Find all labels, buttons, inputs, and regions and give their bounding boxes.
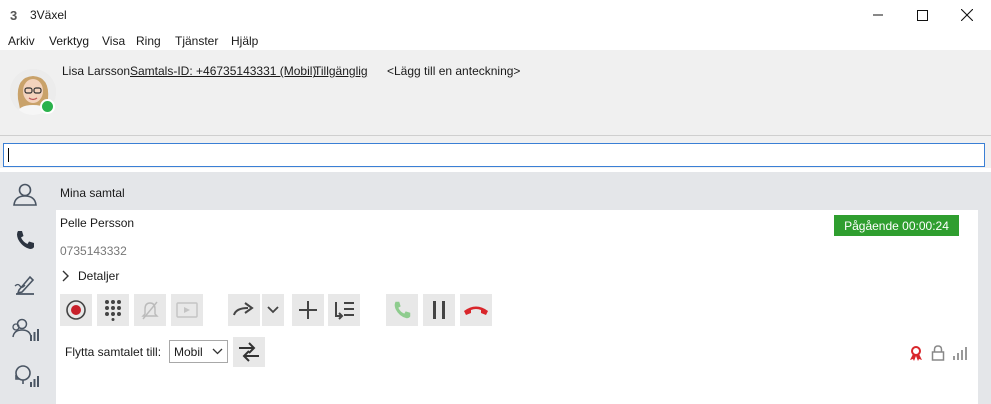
record-button[interactable] xyxy=(60,294,92,326)
headset-icon xyxy=(15,365,39,387)
menu-bar: Arkiv Verktyg Visa Ring Tjänster Hjälp xyxy=(0,30,991,50)
signal-indicator xyxy=(952,344,968,362)
menu-ring[interactable]: Ring xyxy=(136,34,161,48)
dialpad-icon xyxy=(105,300,121,321)
video-icon xyxy=(176,302,198,318)
availability-link[interactable]: Tillgänglig xyxy=(314,64,368,78)
caller-name: Pelle Persson xyxy=(60,216,135,230)
caller-number: 0735143332 xyxy=(60,244,127,258)
transfer-device-value: Mobil xyxy=(174,344,203,359)
forward-button[interactable] xyxy=(228,294,260,326)
chevron-right-icon xyxy=(62,270,69,282)
search-input[interactable] xyxy=(3,143,985,167)
user-name: Lisa Larsson xyxy=(62,64,131,78)
mute-icon xyxy=(141,301,159,320)
phone-icon xyxy=(17,231,34,249)
signature-icon xyxy=(14,275,35,295)
answer-button[interactable] xyxy=(386,294,418,326)
forward-arrow-icon xyxy=(233,302,254,316)
dialpad-button[interactable] xyxy=(97,294,129,326)
presence-status-dot xyxy=(40,99,55,114)
merge-list-icon xyxy=(335,302,354,320)
window-title: 3Växel xyxy=(30,8,67,22)
search-bar xyxy=(0,141,991,168)
chevron-down-icon xyxy=(212,348,223,355)
app-logo-icon: 3 xyxy=(10,8,17,22)
maximize-button[interactable] xyxy=(899,0,945,30)
user-header: Lisa Larsson Samtals-ID: +46735143331 (M… xyxy=(0,50,991,136)
lock-icon xyxy=(931,345,945,361)
menu-tjanster[interactable]: Tjänster xyxy=(175,34,218,48)
mute-button[interactable] xyxy=(134,294,166,326)
text-caret xyxy=(8,148,9,162)
answer-phone-icon xyxy=(394,301,411,319)
call-status-badge: Pågående 00:00:24 xyxy=(834,215,959,236)
close-icon xyxy=(961,9,973,21)
signal-bars-icon xyxy=(952,347,967,360)
minimize-icon xyxy=(873,14,883,16)
add-call-button[interactable] xyxy=(292,294,324,326)
add-note-link[interactable]: <Lägg till en anteckning> xyxy=(387,64,520,78)
left-nav xyxy=(0,172,52,404)
menu-visa[interactable]: Visa xyxy=(102,34,125,48)
title-bar: 3 3Växel xyxy=(0,0,991,30)
record-icon xyxy=(66,300,86,320)
menu-arkiv[interactable]: Arkiv xyxy=(8,34,35,48)
menu-verktyg[interactable]: Verktyg xyxy=(49,34,89,48)
group-icon xyxy=(12,318,39,341)
hold-button[interactable] xyxy=(423,294,455,326)
forward-dropdown-button[interactable] xyxy=(262,294,284,326)
close-button[interactable] xyxy=(944,0,990,30)
nav-headset[interactable] xyxy=(6,358,44,394)
person-icon xyxy=(13,183,37,206)
hangup-icon xyxy=(464,306,488,315)
lock-indicator xyxy=(930,344,946,362)
section-title: Mina samtal xyxy=(60,186,125,200)
transfer-button[interactable] xyxy=(233,337,265,367)
award-indicator xyxy=(908,344,924,362)
queue-button[interactable] xyxy=(328,294,360,326)
hangup-button[interactable] xyxy=(460,294,492,326)
plus-icon xyxy=(299,301,317,319)
chevron-down-icon xyxy=(267,306,279,314)
pause-icon xyxy=(433,301,445,319)
details-toggle[interactable]: Detaljer xyxy=(62,268,119,284)
nav-groups[interactable] xyxy=(6,312,44,348)
maximize-icon xyxy=(916,9,928,21)
nav-signature[interactable] xyxy=(6,268,44,304)
nav-contacts[interactable] xyxy=(6,176,44,212)
svg-text:3: 3 xyxy=(10,8,17,22)
nav-calls[interactable] xyxy=(6,222,44,258)
video-button[interactable] xyxy=(171,294,203,326)
minimize-button[interactable] xyxy=(855,0,901,30)
caller-id-link[interactable]: Samtals-ID: +46735143331 (Mobil) xyxy=(130,64,316,78)
transfer-device-select[interactable]: Mobil xyxy=(169,340,228,363)
menu-hjalp[interactable]: Hjälp xyxy=(231,34,258,48)
transfer-arrows-icon xyxy=(239,342,259,362)
transfer-label: Flytta samtalet till: xyxy=(65,345,162,359)
award-ribbon-icon xyxy=(910,346,922,361)
details-label: Detaljer xyxy=(78,269,120,283)
